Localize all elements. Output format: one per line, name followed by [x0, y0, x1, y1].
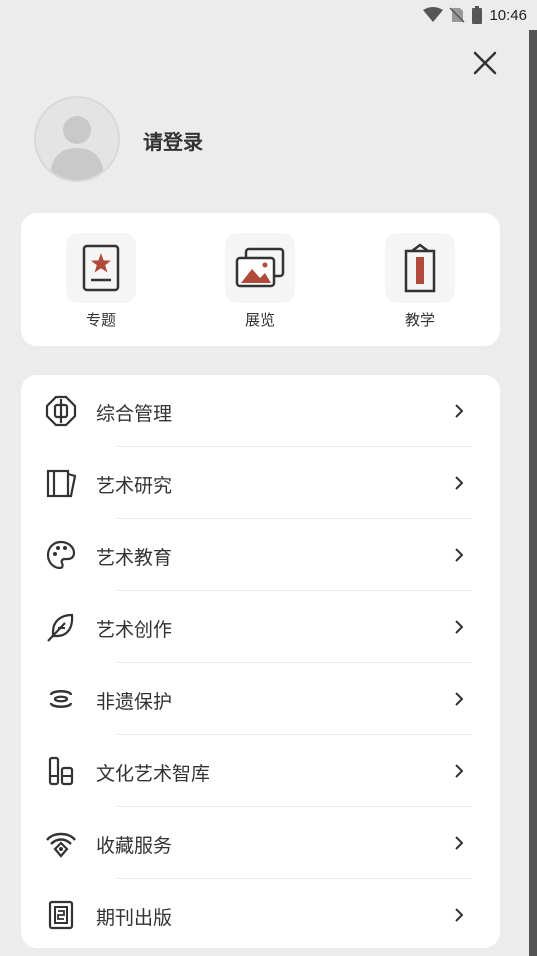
menu-item-collection-service[interactable]: 收藏服务	[21, 807, 500, 879]
menu-item-label: 期刊出版	[96, 907, 173, 929]
menu-item-label: 文化艺术智库	[96, 763, 211, 785]
menu-item-management[interactable]: 综合管理	[21, 375, 500, 447]
battery-icon	[472, 6, 483, 24]
menu-item-label: 艺术研究	[96, 475, 173, 497]
quick-link-topic[interactable]: 专题	[61, 233, 141, 333]
menu-item-art-education[interactable]: 艺术教育	[21, 519, 500, 591]
menu-item-heritage-protection[interactable]: 非遗保护	[21, 663, 500, 735]
menu-item-art-creation[interactable]: 艺术创作	[21, 591, 500, 663]
chevron-right-icon	[455, 620, 464, 634]
chevron-right-icon	[455, 908, 464, 922]
heritage-icon	[49, 690, 73, 708]
menu-item-journal-publishing[interactable]: 期刊出版	[21, 879, 500, 951]
menu-item-think-tank[interactable]: 文化艺术智库	[21, 735, 500, 807]
chevron-right-icon	[455, 692, 464, 706]
wifi-icon	[423, 7, 444, 22]
menu-item-label: 收藏服务	[96, 835, 173, 857]
chevron-right-icon	[455, 404, 464, 418]
avatar[interactable]	[34, 96, 120, 182]
login-prompt[interactable]: 请登录	[143, 126, 203, 155]
close-button[interactable]	[470, 48, 500, 78]
quick-link-label: 展览	[244, 311, 275, 329]
scrollbar[interactable]	[529, 30, 537, 956]
teaching-icon	[404, 243, 436, 293]
menu-list: 综合管理 艺术研究 艺术教育 艺术创作 非遗保护 文化艺术智库 收藏服务 期刊出…	[21, 375, 500, 948]
menu-item-label: 综合管理	[96, 403, 173, 425]
management-icon	[45, 395, 77, 427]
status-time: 10:46	[489, 6, 527, 24]
chevron-right-icon	[455, 548, 464, 562]
no-sim-icon	[449, 7, 465, 23]
menu-item-label: 艺术教育	[96, 547, 173, 569]
palette-icon	[46, 540, 76, 570]
gallery-icon	[235, 247, 285, 288]
quick-link-label: 教学	[404, 311, 435, 329]
feather-icon	[47, 613, 74, 642]
menu-item-label: 艺术创作	[96, 619, 173, 641]
chevron-right-icon	[455, 476, 464, 490]
quick-link-teaching[interactable]: 教学	[380, 233, 460, 333]
topic-card-icon	[82, 244, 120, 292]
think-tank-icon	[48, 756, 74, 786]
book-icon	[46, 469, 77, 498]
close-icon	[473, 51, 497, 75]
menu-item-label: 非遗保护	[96, 691, 173, 713]
journal-icon	[48, 900, 74, 930]
quick-links-card: 专题 展览 教学	[21, 213, 500, 346]
status-bar: 10:46	[0, 0, 537, 30]
user-placeholder-icon	[50, 116, 104, 180]
chevron-right-icon	[455, 836, 464, 850]
status-icons: 10:46	[423, 6, 527, 24]
collection-icon	[46, 832, 76, 858]
quick-link-label: 专题	[85, 311, 116, 329]
menu-item-art-research[interactable]: 艺术研究	[21, 447, 500, 519]
chevron-right-icon	[455, 764, 464, 778]
quick-link-exhibition[interactable]: 展览	[220, 233, 300, 333]
